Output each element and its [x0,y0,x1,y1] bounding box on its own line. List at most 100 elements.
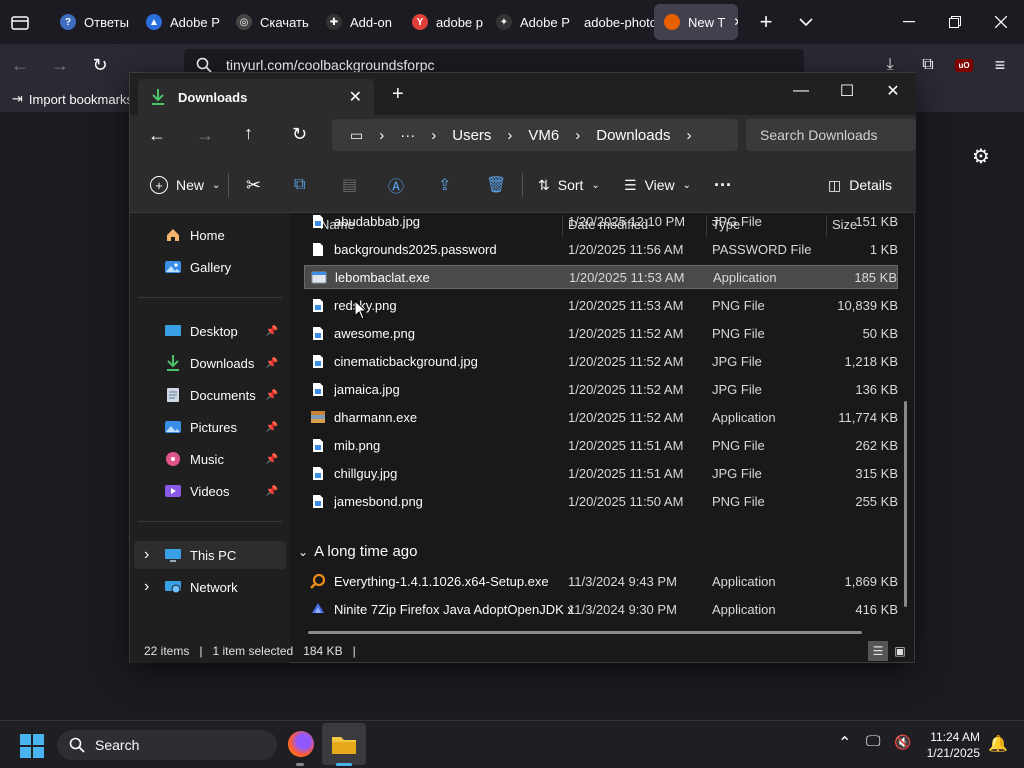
file-name: backgrounds2025.password [334,241,497,257]
expand-chevron-icon[interactable]: › [144,578,149,596]
chevron-down-icon: ⌄ [298,544,309,559]
view-button[interactable]: ☰ View ⌄ [624,171,691,199]
share-icon[interactable]: ⇪ [438,171,451,199]
details-button[interactable]: ◫ Details [828,171,892,199]
explorer-close-button[interactable]: ✕ [870,77,916,105]
close-tab-icon[interactable]: ✕ [349,87,362,107]
import-bookmarks-link[interactable]: Import bookmarks [29,92,133,107]
maximize-button[interactable] [932,0,978,44]
search-downloads-input[interactable]: Search Downloads [746,119,916,151]
file-row[interactable]: jamaica.jpg 1/20/2025 11:52 AM JPG File 136… [304,377,898,401]
file-row[interactable]: backgrounds2025.password 1/20/2025 11:56 … [304,237,898,261]
pc-crumb-icon[interactable]: ▭ [342,127,371,144]
browser-tab[interactable]: ▲ Adobe P [136,4,226,40]
tiles-view-toggle-icon[interactable]: ▣ [890,641,910,661]
file-explorer-window: Downloads ✕ + — ☐ ✕ ← → ↑ ↻ ▭ › ··· › Us… [129,72,916,663]
new-button[interactable]: + New ⌄ [150,171,220,199]
start-button[interactable] [20,734,44,761]
nav-item-home[interactable]: Home [134,221,286,249]
nav-item-documents[interactable]: Documents 📌 [134,381,286,409]
cut-icon[interactable]: ✂ [246,171,261,199]
browser-tab[interactable]: ◎ Скачать [226,4,316,40]
sort-button[interactable]: ⇅ Sort ⌄ [538,171,600,199]
file-size: 262 KB [855,437,898,453]
crumb-users[interactable]: Users [444,127,499,144]
expand-chevron-icon[interactable]: › [144,546,149,564]
minimize-button[interactable] [886,0,932,44]
browser-tab[interactable]: New T ✕ [654,4,738,40]
delete-icon[interactable]: 🗑 [486,171,506,199]
group-header-old[interactable]: ⌄ A long time ago [298,543,417,560]
breadcrumb[interactable]: ▭ › ··· › Users › VM6 › Downloads › [332,119,738,151]
show-hidden-icons-chevron-icon[interactable]: ⌃ [838,733,851,753]
taskbar: Search ⌃ 🖵 🔇 11:24 AM 1/21/2025 🔔 [0,720,1024,768]
reload-icon[interactable]: ↻ [80,43,120,87]
file-row[interactable]: redsky.png 1/20/2025 11:53 AM PNG File 10,8… [304,293,898,317]
explorer-tab-downloads[interactable]: Downloads ✕ [138,79,374,115]
explorer-up-icon[interactable]: ↑ [244,123,253,144]
nav-item-videos[interactable]: Videos 📌 [134,477,286,505]
browser-tab[interactable]: ? Ответы [50,4,136,40]
paste-icon[interactable]: ▤ [342,171,357,199]
clock[interactable]: 11:24 AM 1/21/2025 [920,729,980,761]
nav-item-desktop[interactable]: Desktop 📌 [134,317,286,345]
horizontal-scrollbar[interactable] [308,631,862,634]
file-row[interactable]: mib.png 1/20/2025 11:51 AM PNG File 262 KB [304,433,898,457]
rename-icon[interactable]: Ⓐ [388,171,404,199]
firefox-taskbar-icon[interactable] [288,731,314,757]
nav-item-gallery[interactable]: Gallery [134,253,286,281]
tab-label: Ответы [84,14,129,30]
file-row[interactable]: awesome.png 1/20/2025 11:52 AM PNG File 50 … [304,321,898,345]
explorer-refresh-icon[interactable]: ↻ [292,124,307,145]
nav-item-pictures[interactable]: Pictures 📌 [134,413,286,441]
volume-muted-icon[interactable]: 🔇 [894,734,911,751]
explorer-maximize-button[interactable]: ☐ [824,77,870,105]
file-row[interactable]: dharmann.exe 1/20/2025 11:52 AM Applicatio… [304,405,898,429]
file-row[interactable]: Everything-1.4.1.1026.x64-Setup.exe 11/3/… [304,569,898,593]
browser-tab[interactable]: Yadobe p [402,4,486,40]
nav-item-network[interactable]: › Network [134,573,286,601]
file-row[interactable]: lebombaclat.exe 1/20/2025 11:53 AM Applica… [304,265,898,289]
file-row[interactable]: Ninite 7Zip Firefox Java AdoptOpenJDK x.… [304,597,898,621]
forward-icon[interactable]: → [40,43,80,87]
close-window-button[interactable] [978,0,1024,44]
vertical-scrollbar[interactable] [904,401,907,607]
browser-tab[interactable]: ✦ Adobe P [486,4,574,40]
crumb-more-icon[interactable]: ··· [392,127,423,144]
taskbar-search-box[interactable]: Search [57,730,277,760]
settings-gear-icon[interactable]: ⚙ [972,144,990,169]
close-tab-icon[interactable]: ✕ [733,15,738,29]
explorer-forward-icon[interactable]: → [196,125,214,146]
browser-tab[interactable]: ✚ Add-on [316,4,402,40]
new-tab-button[interactable]: + [746,0,786,44]
copy-icon[interactable]: ⧉ [294,171,305,199]
crumb-downloads[interactable]: Downloads [588,127,678,144]
file-explorer-taskbar-icon[interactable] [322,723,366,765]
nav-item-this-pc[interactable]: › This PC [134,541,286,569]
back-icon[interactable]: ← [0,43,40,87]
menu-icon[interactable]: ≡ [980,43,1020,87]
file-row[interactable]: abudabbab.jpg 1/20/2025 12:10 PM JPG File 1… [304,213,898,233]
file-date: 1/20/2025 12:10 PM [568,213,686,229]
tab-overview-icon[interactable] [0,0,40,44]
nav-item-downloads[interactable]: Downloads 📌 [134,349,286,377]
ublock-icon[interactable]: uO [944,43,984,87]
explorer-back-icon[interactable]: ← [148,125,166,146]
nav-item-label: Documents [190,387,256,403]
file-row[interactable]: chillguy.jpg 1/20/2025 11:51 AM JPG File 31… [304,461,898,485]
crumb-vm6[interactable]: VM6 [520,127,567,144]
chevron-down-icon: ⌄ [212,179,221,191]
details-view-toggle-icon[interactable]: ☰ [868,641,888,661]
file-row[interactable]: jamesbond.png 1/20/2025 11:50 AM PNG File 2… [304,489,898,513]
more-options-icon[interactable]: ··· [714,171,732,199]
browser-tab[interactable]: adobe-photo [574,4,654,40]
list-tabs-icon[interactable] [786,0,826,44]
network-tray-icon[interactable]: 🖵 [866,733,880,750]
explorer-new-tab-button[interactable]: + [392,83,404,106]
notifications-bell-icon[interactable]: 🔔 [988,734,1008,754]
file-row[interactable]: cinematicbackground.jpg 1/20/2025 11:52 A… [304,349,898,373]
crumb-chevron-icon[interactable]: › [678,127,699,144]
nav-item-music[interactable]: Music 📌 [134,445,286,473]
tab-favicon-icon: ✚ [326,14,342,30]
explorer-minimize-button[interactable]: — [778,77,824,105]
